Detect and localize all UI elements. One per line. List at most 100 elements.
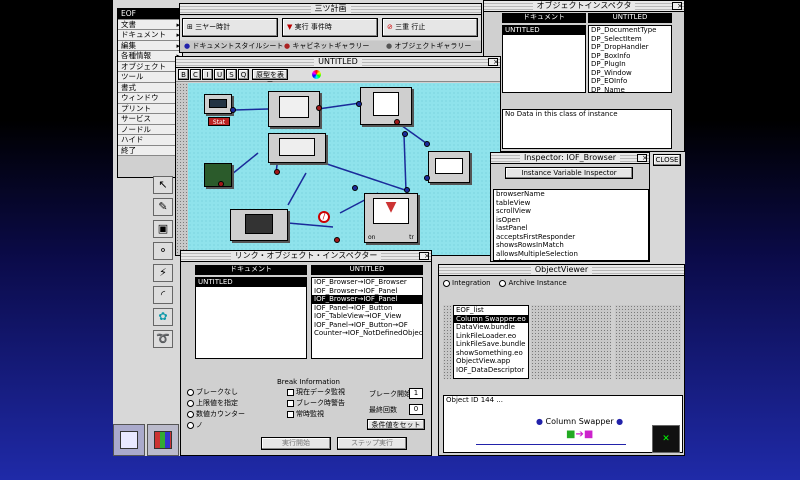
menu-item[interactable]: プリント▸ bbox=[118, 103, 182, 114]
link-tool-icon[interactable]: ⚡ bbox=[153, 264, 173, 282]
dict-right-item[interactable]: DP_EOInfo bbox=[589, 77, 671, 86]
inspector-variable-item[interactable]: delegate bbox=[494, 258, 648, 260]
conn-right-item[interactable]: IOF_Panel→IOF_Button bbox=[312, 304, 422, 313]
menu-item[interactable]: ハイド▸ bbox=[118, 135, 182, 146]
conn-right-item[interactable]: IOF_Browser→IOF_Panel bbox=[312, 287, 422, 296]
close-icon[interactable]: × bbox=[419, 252, 430, 260]
shape-tool-icon[interactable]: ✿ bbox=[153, 308, 173, 326]
color-wheel-icon[interactable] bbox=[312, 70, 321, 79]
inspector-variable-item[interactable]: allowsMultipleSelection bbox=[494, 250, 648, 259]
dict-right-item[interactable]: DP_BoxInfo bbox=[589, 52, 671, 61]
pen-tool-icon[interactable]: ✎ bbox=[153, 198, 173, 216]
inspector-variable-item[interactable]: acceptsFirstResponder bbox=[494, 233, 648, 242]
canvas-object-list[interactable] bbox=[428, 151, 470, 183]
conn-right-list[interactable]: IOF_Browser→IOF_Browser IOF_Browser→IOF_P… bbox=[311, 277, 423, 359]
ov-object-item[interactable]: IOF_DataDescriptor bbox=[454, 366, 528, 375]
close-icon[interactable]: × bbox=[637, 154, 648, 162]
tab-doc-style[interactable]: ● ドキュメントスタイルシート bbox=[184, 41, 283, 51]
menu-item[interactable]: サービス▸ bbox=[118, 114, 182, 125]
break-check-watch[interactable]: 現在データ監視 bbox=[287, 387, 367, 398]
break-radio-limit[interactable]: 上限値を指定 bbox=[187, 398, 283, 409]
tab-cabinet[interactable]: ● キャビネットギャラリー bbox=[284, 41, 369, 51]
dock-palette-icon[interactable] bbox=[147, 424, 179, 456]
search-button[interactable]: Q bbox=[238, 69, 249, 80]
copy-tool-icon[interactable]: ▣ bbox=[153, 220, 173, 238]
bold-button[interactable]: B bbox=[178, 69, 189, 80]
break-radio-counter[interactable]: 数値カウンター bbox=[187, 409, 283, 420]
ov-radio-archive[interactable]: Archive Instance bbox=[499, 279, 567, 287]
run-start-button[interactable]: 実行開始 bbox=[261, 437, 331, 450]
link-node[interactable] bbox=[394, 119, 400, 125]
break-last-field[interactable]: 0 bbox=[409, 404, 423, 415]
inspector-variable-item[interactable]: showsRowsInMatch bbox=[494, 241, 648, 250]
canvas-object-switch[interactable] bbox=[204, 94, 232, 114]
conn-right-item[interactable]: IOF_TableView→IOF_View bbox=[312, 312, 422, 321]
inspector-variable-item[interactable]: tableView bbox=[494, 199, 648, 208]
inspector-variable-item[interactable]: isOpen bbox=[494, 216, 648, 225]
ov-object-list[interactable]: EOF_list Column Swapper.eo DataView.bundle… bbox=[453, 305, 529, 379]
link-node[interactable] bbox=[230, 107, 236, 113]
copy-button[interactable]: C bbox=[190, 69, 201, 80]
canvas-object-browser[interactable] bbox=[360, 87, 412, 125]
menu-item[interactable]: 文書▸ bbox=[118, 19, 182, 30]
dock-file-viewer-icon[interactable] bbox=[113, 424, 145, 456]
dict-right-item[interactable]: DP_SelectItem bbox=[589, 35, 671, 44]
tab-object[interactable]: ● オブジェクトギャラリー bbox=[386, 41, 471, 51]
curve-tool-icon[interactable]: ◜ bbox=[153, 286, 173, 304]
dict-right-item[interactable]: DP_Window bbox=[589, 69, 671, 78]
dict-right-item[interactable]: DP_DropHandler bbox=[589, 43, 671, 52]
menu-item[interactable]: 終了▸ bbox=[118, 145, 182, 156]
dict-right-item[interactable]: DP_PlugIn bbox=[589, 60, 671, 69]
step-run-button[interactable]: ステップ実行 bbox=[337, 437, 407, 450]
dict-right-item[interactable]: DP_Name bbox=[589, 86, 671, 93]
dict-right-list[interactable]: DP_DocumentType DP_SelectItem DP_DropHandl… bbox=[588, 25, 672, 93]
palette-button-run[interactable]: ▼ 実行 事件時 bbox=[282, 18, 378, 37]
link-node[interactable] bbox=[404, 187, 410, 193]
menu-item[interactable]: ドキュメント▸ bbox=[118, 30, 182, 41]
ov-scroll-left[interactable] bbox=[443, 305, 453, 379]
ov-object-item[interactable]: LinkFileLoader.eo bbox=[454, 332, 528, 341]
condition-set-select[interactable]: 条件値をセット bbox=[367, 419, 425, 430]
ov-object-item[interactable]: showSomething.eo bbox=[454, 349, 528, 358]
ov-object-item[interactable]: EOF_list bbox=[454, 306, 528, 315]
inspector-variable-item[interactable]: browserName bbox=[494, 190, 648, 199]
show-original-button[interactable]: 原型を表示 bbox=[252, 69, 288, 89]
link-node[interactable] bbox=[316, 105, 322, 111]
break-radio-none[interactable]: ブレークなし bbox=[187, 387, 283, 398]
menu-item[interactable]: 各種情報▸ bbox=[118, 51, 182, 62]
arrow-tool-icon[interactable]: ↖ bbox=[153, 176, 173, 194]
dict-left-list[interactable]: UNTITLED bbox=[502, 25, 586, 93]
canvas-object-table[interactable] bbox=[268, 91, 320, 127]
canvas-object-panel[interactable] bbox=[268, 133, 326, 163]
no-entry-icon[interactable]: / bbox=[318, 211, 330, 223]
conn-right-item[interactable]: IOF_Browser→IOF_Panel bbox=[312, 295, 422, 304]
close-icon[interactable]: × bbox=[672, 2, 683, 10]
break-radio-other[interactable]: ノ bbox=[187, 420, 283, 431]
dict-left-item[interactable]: UNTITLED bbox=[503, 26, 585, 35]
canvas-tag-stat[interactable]: Stat bbox=[208, 117, 230, 126]
link-node[interactable] bbox=[274, 169, 280, 175]
lasso-tool-icon[interactable]: ➰ bbox=[153, 330, 173, 348]
ov-radio-integration[interactable]: Integration bbox=[443, 279, 491, 287]
menu-item[interactable]: ツール▸ bbox=[118, 72, 182, 83]
inspector-variable-item[interactable]: lastPanel bbox=[494, 224, 648, 233]
link-node[interactable] bbox=[356, 101, 362, 107]
canvas-object-filter[interactable]: ▼ on tr bbox=[364, 193, 418, 243]
inspector-variable-list[interactable]: browserName tableView scrollView isOpen last… bbox=[493, 189, 649, 261]
conn-left-list[interactable]: UNTITLED bbox=[195, 277, 307, 359]
italic-button[interactable]: I bbox=[202, 69, 213, 80]
link-node[interactable] bbox=[218, 181, 224, 187]
inspector-variable-item[interactable]: scrollView bbox=[494, 207, 648, 216]
ov-object-item[interactable]: ObjectView.app bbox=[454, 357, 528, 366]
inspector-close-button[interactable]: CLOSE bbox=[653, 154, 681, 166]
ov-object-item[interactable]: LinkFileSave.bundle bbox=[454, 340, 528, 349]
conn-right-item[interactable]: Counter→IOF_NotDefinedObject bbox=[312, 329, 422, 338]
menu-item[interactable]: ウィンドウ▸ bbox=[118, 93, 182, 104]
inspector-mode-select[interactable]: Instance Variable Inspector bbox=[505, 167, 633, 179]
strike-button[interactable]: S bbox=[226, 69, 237, 80]
connect-tool-icon[interactable]: ⚬ bbox=[153, 242, 173, 260]
menu-item[interactable]: ノードル▸ bbox=[118, 124, 182, 135]
document-canvas[interactable]: Stat ▼ on tr / bbox=[188, 83, 500, 255]
conn-left-item[interactable]: UNTITLED bbox=[196, 278, 306, 287]
menu-item[interactable]: 編集▸ bbox=[118, 40, 182, 51]
